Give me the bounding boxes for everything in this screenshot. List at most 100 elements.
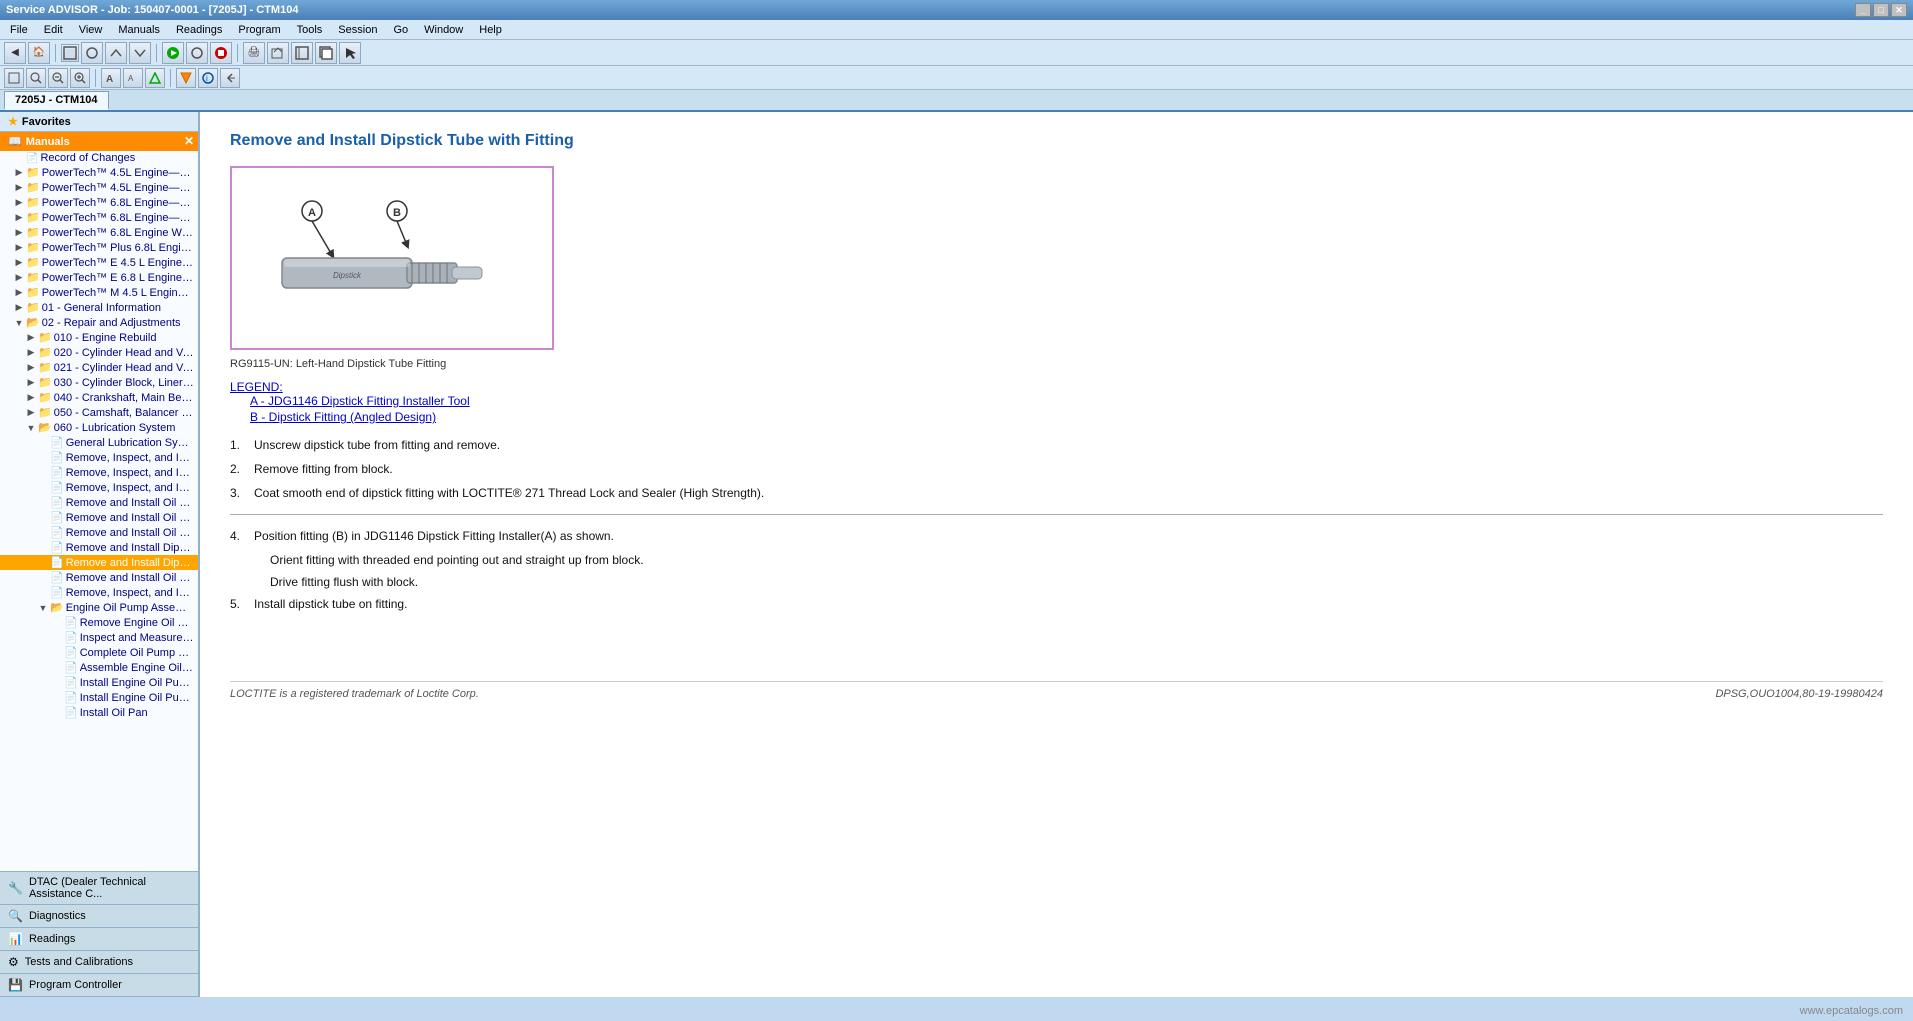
tb-btn-refresh[interactable] (186, 42, 208, 64)
diagnostics-icon: 🔍 (8, 909, 23, 923)
tree-item-remove-pump[interactable]: 📄 Remove Engine Oil Pump (0, 615, 198, 630)
tree-item-icon: 📄 (26, 153, 38, 164)
tree-item-pt68elec[interactable]: ▶ 📁 PowerTech™ 6.8L Engine With Elec (0, 225, 198, 240)
tb-btn-2[interactable] (81, 42, 103, 64)
tab-label: 7205J - CTM104 (15, 94, 98, 106)
expand-icon: ▶ (26, 377, 36, 388)
sidebar-close-btn[interactable]: ✕ (184, 134, 194, 148)
tb-btn-export[interactable] (267, 42, 289, 64)
tree-item-030[interactable]: ▶ 📁 030 - Cylinder Block, Liners, Pis (0, 375, 198, 390)
tree-item-inspect-pump[interactable]: 📄 Inspect and Measure Cleara (0, 630, 198, 645)
tree-item-icon: 📄 (64, 691, 78, 704)
menu-session[interactable]: Session (332, 22, 383, 38)
tree-item-pump-assembly[interactable]: ▼ 📂 Engine Oil Pump Assembly (0, 600, 198, 615)
legend-link[interactable]: LEGEND: (230, 380, 283, 394)
tree-item-050[interactable]: ▶ 📁 050 - Camshaft, Balancer Shaft E (0, 405, 198, 420)
menu-readings[interactable]: Readings (170, 22, 228, 38)
tb2-btn-8[interactable] (176, 68, 196, 88)
tb-btn-green-arrow[interactable] (162, 42, 184, 64)
sidebar-nav-dtac[interactable]: 🔧 DTAC (Dealer Technical Assistance C... (0, 872, 198, 905)
tree-item-oil-fill-a[interactable]: 📄 Remove and Install Oil Fill A (0, 525, 198, 540)
tree-item-020[interactable]: ▶ 📁 020 - Cylinder Head and Valves (0, 345, 198, 360)
menu-go[interactable]: Go (387, 22, 414, 38)
minimize-button[interactable]: _ (1855, 3, 1871, 17)
tree-item-pt45t2[interactable]: ▶ 📁 PowerTech™ 4.5L Engine—Tier 2/ (0, 180, 198, 195)
tb-btn-4[interactable] (129, 42, 151, 64)
tb2-btn-back[interactable] (220, 68, 240, 88)
tree-item-010[interactable]: ▶ 📁 010 - Engine Rebuild (0, 330, 198, 345)
tb-btn-back[interactable]: ◀ (4, 42, 26, 64)
tb2-btn-5[interactable]: A (101, 68, 121, 88)
tb2-btn-2[interactable] (26, 68, 46, 88)
tree-item-gen-lub[interactable]: 📄 General Lubrication System (0, 435, 198, 450)
tree-item-install-pump2[interactable]: 📄 Install Engine Oil Pump (0, 690, 198, 705)
tb-btn-3[interactable] (105, 42, 127, 64)
tb-btn-window2[interactable] (315, 42, 337, 64)
tree-item-060[interactable]: ▼ 📂 060 - Lubrication System (0, 420, 198, 435)
sidebar-nav-readings[interactable]: 📊 Readings (0, 928, 198, 951)
tb2-btn-9[interactable]: i (198, 68, 218, 88)
tree-item-pt68t2[interactable]: ▶ 📁 PowerTech™ 6.8L Engine—Tier 2/S (0, 210, 198, 225)
tree-item-pt45t1[interactable]: ▶ 📁 PowerTech™ 4.5L Engine—Tier 1/ (0, 165, 198, 180)
tree-item-040[interactable]: ▶ 📁 040 - Crankshaft, Main Bearings (0, 390, 198, 405)
tree-item-dipstick2[interactable]: 📄 Remove and Install Dipstick (0, 555, 198, 570)
tb2-btn-1[interactable] (4, 68, 24, 88)
menu-file[interactable]: File (4, 22, 34, 38)
tree-item-01[interactable]: ▶ 📁 01 - General Information (0, 300, 198, 315)
tree-item-pt68t1[interactable]: ▶ 📁 PowerTech™ 6.8L Engine—Tier 1/ (0, 195, 198, 210)
legend-section: LEGEND: A - JDG1146 Dipstick Fitting Ins… (230, 380, 1883, 424)
tree-item-complete-pump[interactable]: 📄 Complete Oil Pump Disassem (0, 645, 198, 660)
tree-item-oil-fill-t[interactable]: 📄 Remove and Install Oil Fill T (0, 570, 198, 585)
tb2-btn-7[interactable] (145, 68, 165, 88)
tree-item-dipstick1[interactable]: 📄 Remove and Install Dipstick (0, 540, 198, 555)
tb-btn-print[interactable]: 🖨 (243, 42, 265, 64)
steps-list-2: 4. Position fitting (B) in JDG1146 Dipst… (230, 529, 1883, 611)
tb2-btn-3[interactable] (48, 68, 68, 88)
tree-item-record[interactable]: 📄 Record of Changes (0, 151, 198, 165)
tb-btn-1[interactable] (61, 44, 79, 62)
menu-program[interactable]: Program (232, 22, 286, 38)
tree-item-oil-filter[interactable]: 📄 Remove and Install Oil Filter (0, 495, 198, 510)
legend-item-b[interactable]: B - Dipstick Fitting (Angled Design) (250, 410, 1883, 424)
tree-item-021[interactable]: ▶ 📁 021 - Cylinder Head and Valves (0, 360, 198, 375)
menu-view[interactable]: View (73, 22, 109, 38)
tb2-btn-6[interactable]: A (123, 68, 143, 88)
menu-manuals[interactable]: Manuals (112, 22, 166, 38)
tb-btn-fullscreen[interactable] (291, 42, 313, 64)
sidebar-nav-program[interactable]: 💾 Program Controller (0, 974, 198, 997)
tree-item-oil-pres[interactable]: 📄 Remove and Install Oil Pres (0, 510, 198, 525)
tb-btn-cursor[interactable] (339, 42, 361, 64)
tree-item-install-pump1[interactable]: 📄 Install Engine Oil Pump (0, 675, 198, 690)
tree-item-remove-inspect[interactable]: 📄 Remove, Inspect, and Install (0, 585, 198, 600)
tree-item-ptm45[interactable]: ▶ 📁 PowerTech™ M 4.5 L Engine with I (0, 285, 198, 300)
tab-ctm104[interactable]: 7205J - CTM104 (4, 91, 109, 110)
tree-item-label: General Lubrication System (66, 437, 194, 449)
window-controls[interactable]: _ □ ✕ (1855, 3, 1907, 17)
close-button[interactable]: ✕ (1891, 3, 1907, 17)
tree-item-02[interactable]: ▼ 📂 02 - Repair and Adjustments (0, 315, 198, 330)
tree-item-assemble-pump[interactable]: 📄 Assemble Engine Oil Pump (0, 660, 198, 675)
svg-text:i: i (206, 74, 208, 83)
tree-item-pt-plus[interactable]: ▶ 📁 PowerTech™ Plus 6.8L Engine Wit (0, 240, 198, 255)
sidebar-nav-tests[interactable]: ⚙ Tests and Calibrations (0, 951, 198, 974)
tree-item-icon: 📁 (26, 301, 40, 314)
tree-item-pte68[interactable]: ▶ 📁 PowerTech™ E 6.8 L Engine With E (0, 270, 198, 285)
maximize-button[interactable]: □ (1873, 3, 1889, 17)
tree-item-install-pan[interactable]: 📄 Install Oil Pan (0, 705, 198, 720)
tree-item-remove1[interactable]: 📄 Remove, Inspect, and Install (0, 450, 198, 465)
tree-item-icon: 📄 (50, 451, 64, 464)
tb-btn-home[interactable]: 🏠 (28, 42, 50, 64)
tb-btn-stop[interactable] (210, 42, 232, 64)
tree-item-remove2[interactable]: 📄 Remove, Inspect, and Install (0, 465, 198, 480)
legend-item-a[interactable]: A - JDG1146 Dipstick Fitting Installer T… (250, 394, 1883, 408)
tree-item-label: Remove and Install Dipstick (66, 542, 194, 554)
menu-tools[interactable]: Tools (291, 22, 329, 38)
menu-edit[interactable]: Edit (38, 22, 69, 38)
menu-window[interactable]: Window (418, 22, 469, 38)
menu-help[interactable]: Help (473, 22, 508, 38)
sidebar-nav-diagnostics[interactable]: 🔍 Diagnostics (0, 905, 198, 928)
tb2-btn-4[interactable] (70, 68, 90, 88)
tree-item-pte45[interactable]: ▶ 📁 PowerTech™ E 4.5 L Engine With E (0, 255, 198, 270)
tree-item-remove3[interactable]: 📄 Remove, Inspect, and Install (0, 480, 198, 495)
favorites-row[interactable]: ★ Favorites (0, 112, 198, 132)
